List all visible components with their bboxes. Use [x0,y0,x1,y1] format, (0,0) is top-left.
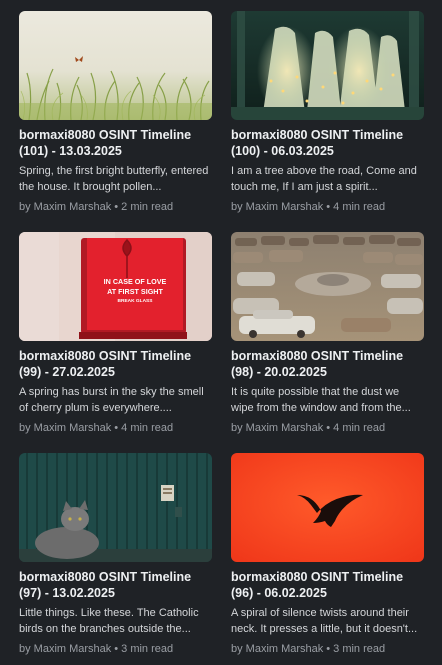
post-title[interactable]: bormaxi8080 OSINT Timeline (100) - 06.03… [231,127,424,159]
separator-dot: • [114,643,119,655]
glowing-spirits-forest-image[interactable] [231,11,424,120]
separator-dot: • [114,422,119,434]
post-grid: bormaxi8080 OSINT Timeline (101) - 13.03… [19,11,424,665]
post-card[interactable]: bormaxi8080 OSINT Timeline (96) - 06.02.… [231,453,424,665]
post-card[interactable]: bormaxi8080 OSINT Timeline (101) - 13.03… [19,11,212,223]
post-excerpt: Spring, the first bright butterfly, ente… [19,165,209,193]
read-time: 3 min read [121,643,174,655]
break-glass-box-image[interactable]: IN CASE OF LOVE AT FIRST SIGHT BREAK GLA… [19,232,212,341]
separator-dot: • [326,201,331,213]
read-time: 3 min read [333,643,386,655]
post-excerpt: It is quite possible that the dust we wi… [231,386,411,414]
post-title[interactable]: bormaxi8080 OSINT Timeline (99) - 27.02.… [19,348,212,380]
read-time: 4 min read [333,201,386,213]
post-title[interactable]: bormaxi8080 OSINT Timeline (97) - 13.02.… [19,569,212,601]
post-author[interactable]: by Maxim Marshak [19,201,111,213]
post-title[interactable]: bormaxi8080 OSINT Timeline (101) - 13.03… [19,127,212,159]
read-time: 4 min read [121,422,174,434]
post-excerpt: Little things. Like these. The Catholic … [19,607,199,635]
post-meta: by Maxim Marshak • 2 min read [19,200,212,214]
butterfly-meadow-image[interactable] [19,11,212,120]
post-meta: by Maxim Marshak • 3 min read [19,642,212,656]
post-author[interactable]: by Maxim Marshak [19,422,111,434]
read-time: 2 min read [121,201,174,213]
image-text: AT FIRST SIGHT [107,287,163,296]
abandoned-cars-image[interactable] [231,232,424,341]
post-excerpt: I am a tree above the road, Come and tou… [231,165,417,193]
read-time: 4 min read [333,422,386,434]
post-card[interactable]: bormaxi8080 OSINT Timeline (100) - 06.03… [231,11,424,223]
post-meta: by Maxim Marshak • 4 min read [231,200,424,214]
post-card[interactable]: bormaxi8080 OSINT Timeline (98) - 20.02.… [231,232,424,444]
post-author[interactable]: by Maxim Marshak [231,201,323,213]
separator-dot: • [326,422,331,434]
image-text: BREAK GLASS [118,298,154,304]
bird-silhouette-image[interactable] [231,453,424,562]
post-meta: by Maxim Marshak • 4 min read [231,421,424,435]
post-excerpt: A spiral of silence twists around their … [231,607,418,635]
post-author[interactable]: by Maxim Marshak [231,643,323,655]
post-title[interactable]: bormaxi8080 OSINT Timeline (96) - 06.02.… [231,569,424,601]
post-author[interactable]: by Maxim Marshak [19,643,111,655]
post-author[interactable]: by Maxim Marshak [231,422,323,434]
separator-dot: • [114,201,119,213]
cat-by-wall-image[interactable] [19,453,212,562]
post-meta: by Maxim Marshak • 3 min read [231,642,424,656]
post-excerpt: A spring has burst in the sky the smell … [19,386,204,414]
post-title[interactable]: bormaxi8080 OSINT Timeline (98) - 20.02.… [231,348,424,380]
image-text: IN CASE OF LOVE [104,277,167,286]
post-card[interactable]: bormaxi8080 OSINT Timeline (97) - 13.02.… [19,453,212,665]
post-card[interactable]: IN CASE OF LOVE AT FIRST SIGHT BREAK GLA… [19,232,212,444]
post-meta: by Maxim Marshak • 4 min read [19,421,212,435]
separator-dot: • [326,643,331,655]
